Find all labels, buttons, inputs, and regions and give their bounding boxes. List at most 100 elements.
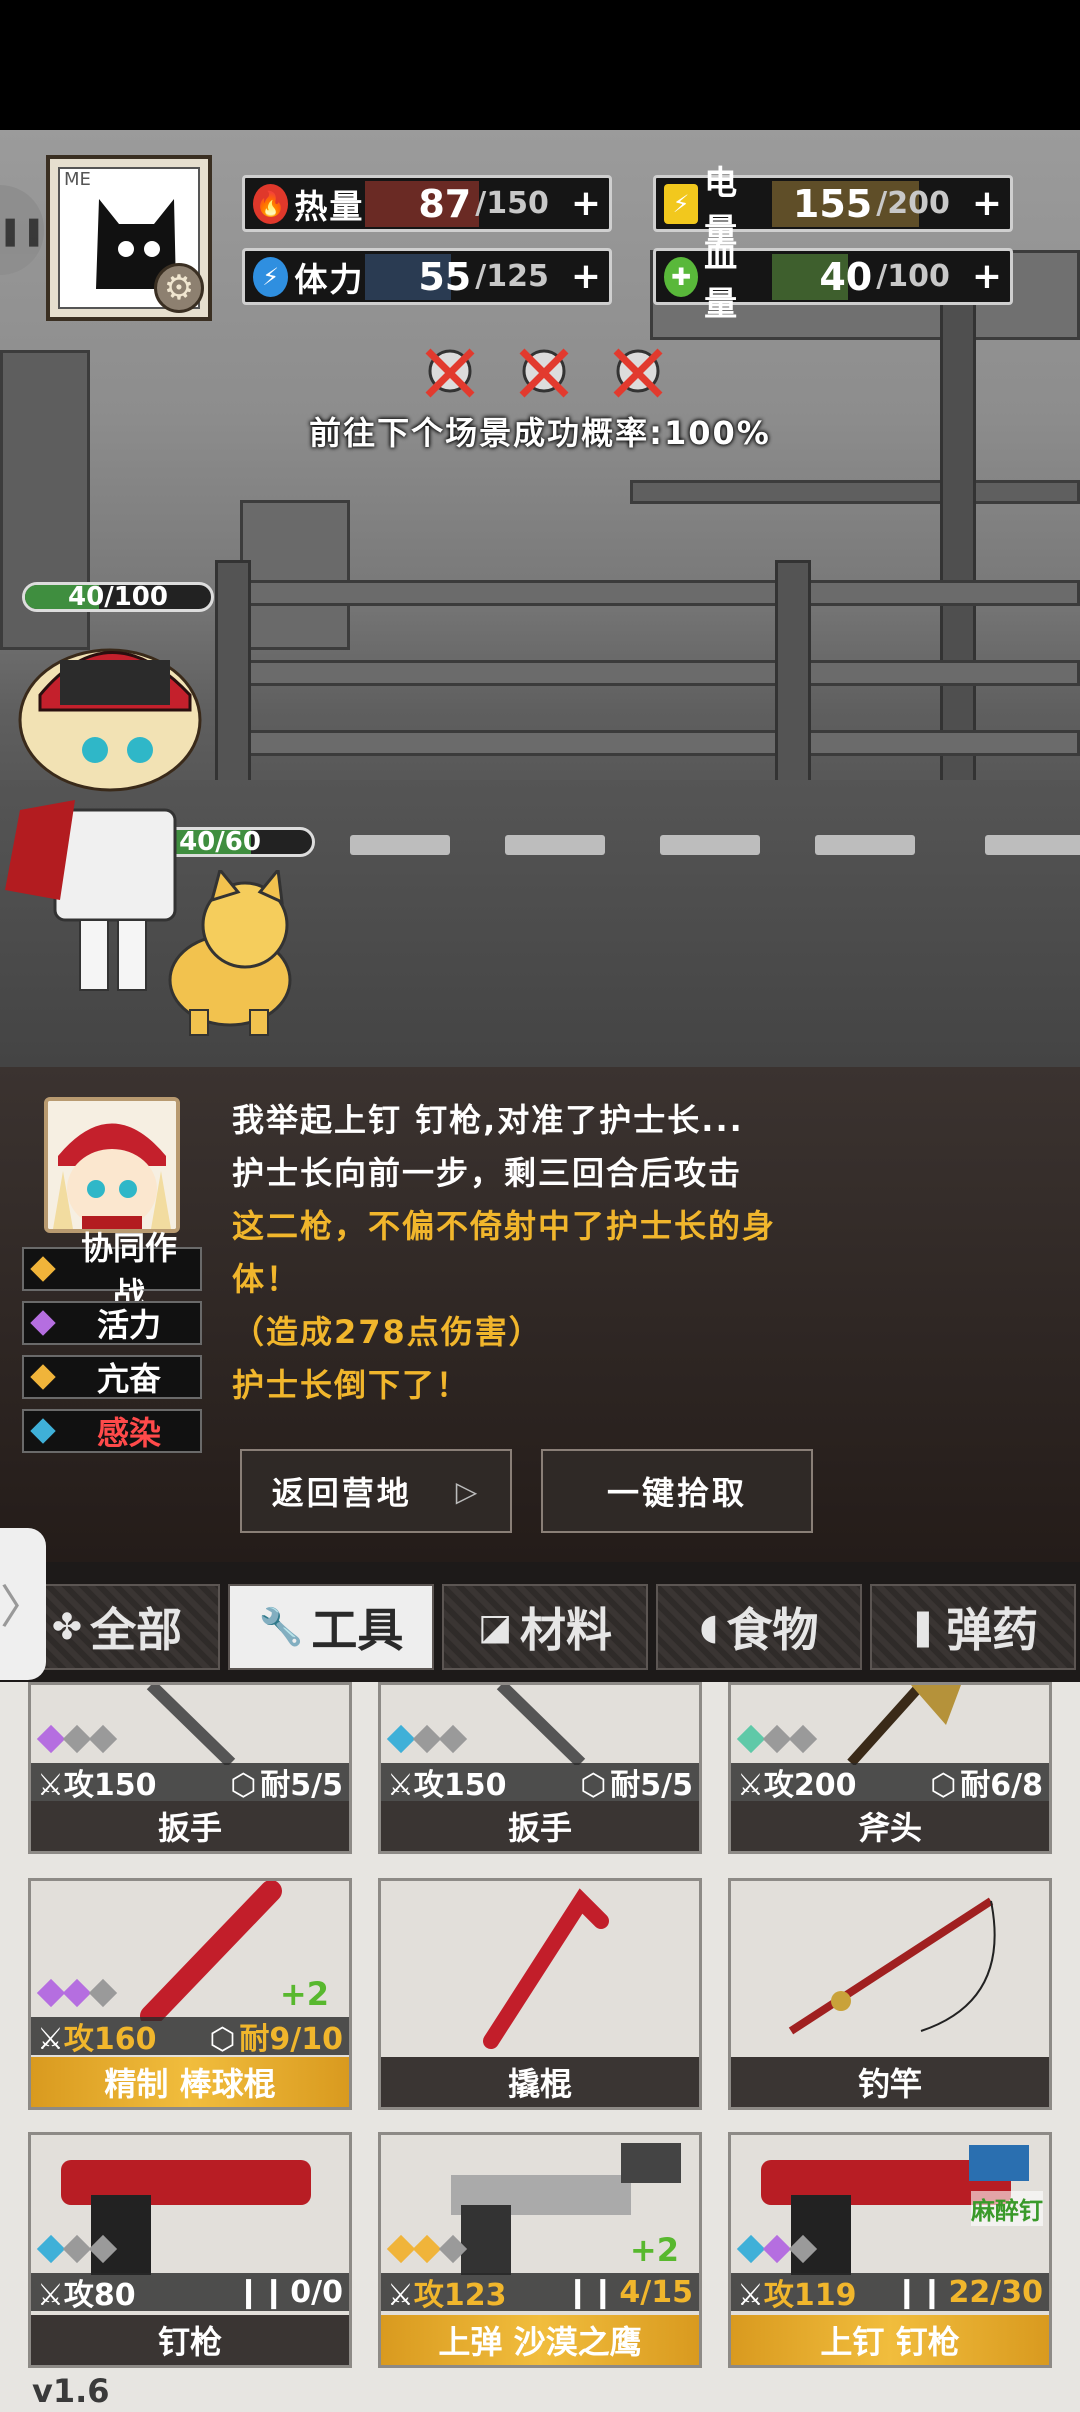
- attack-stat: ⚔攻119: [737, 2270, 857, 2314]
- wrench-art: [496, 1685, 586, 1768]
- wrench-icon: 🔧: [258, 1607, 304, 1648]
- ammo-icon: ❙❙: [565, 2274, 616, 2310]
- lane-marking: [815, 835, 915, 855]
- stat-label: 热量: [294, 186, 365, 226]
- player-portrait: [44, 1097, 180, 1233]
- buff-2[interactable]: 亢奋: [22, 1355, 202, 1399]
- item-card[interactable]: +2 ⚔攻123 ❙❙ 4/15 上弹 沙漠之鹰: [378, 2132, 702, 2368]
- gem-icon: [62, 1978, 92, 2008]
- ammo-badge: 麻醉钉: [971, 2191, 1043, 2226]
- tab-food[interactable]: ◖ 食物: [656, 1584, 862, 1670]
- stat-bar: 87 /150: [365, 180, 561, 227]
- attack-stat: ⚔攻80: [37, 2270, 136, 2314]
- stat-add-button[interactable]: +: [571, 183, 601, 224]
- log-line: 体！: [232, 1260, 301, 1298]
- success-rate-text: 前往下个场景成功概率:100%: [309, 414, 771, 452]
- tab-label: 工具: [311, 1603, 404, 1657]
- flame-icon: 🔥: [253, 183, 289, 224]
- attack-value: 攻150: [413, 1768, 507, 1803]
- player-avatar[interactable]: ME ⚙: [46, 155, 212, 321]
- stat-add-button[interactable]: +: [972, 183, 1002, 224]
- material-icon: ◪: [477, 1606, 512, 1648]
- item-stats: ⚔攻119 ❙❙ 22/30: [731, 2270, 1049, 2314]
- gem-icon: [412, 2234, 442, 2264]
- item-card[interactable]: ⚔攻80 ❙❙ 0/0 钉枪: [28, 2132, 352, 2368]
- background-beam: [630, 480, 1080, 504]
- axe-art: [847, 1685, 961, 1767]
- item-name: 撬棍: [381, 2057, 699, 2107]
- battery-icon: ⚡: [664, 183, 699, 224]
- fence-rail: [220, 660, 1080, 686]
- quality-gems: [36, 1724, 118, 1754]
- stat-max: /150: [475, 186, 549, 221]
- durability-stat: ❙❙ 22/30: [894, 2275, 1043, 2310]
- stat-current: 55: [418, 254, 472, 299]
- durability-value: 耐6/8: [960, 1768, 1043, 1803]
- log-line: 护士长向前一步，剩三回合后攻击: [232, 1154, 743, 1192]
- tab-material[interactable]: ◪ 材料: [442, 1584, 648, 1670]
- gem-icon: [62, 1724, 92, 1754]
- durability-stat: ⬡ 耐5/5: [230, 1760, 343, 1804]
- stat-max: /125: [475, 259, 549, 294]
- stat-add-button[interactable]: +: [972, 256, 1002, 297]
- buff-3[interactable]: 感染: [22, 1409, 202, 1453]
- buff-label: 感染: [96, 1414, 161, 1452]
- durability-stat: ❙❙ 0/0: [236, 2275, 343, 2310]
- tab-label: 全部: [90, 1603, 183, 1657]
- buff-label: 亢奋: [96, 1360, 161, 1398]
- buff-1[interactable]: 活力: [22, 1301, 202, 1345]
- shield-icon: ⬡: [930, 1768, 957, 1803]
- gem-icon: [438, 2234, 468, 2264]
- return-camp-button[interactable]: 返回营地 ▷: [240, 1449, 512, 1533]
- gem-icon: [762, 2234, 792, 2264]
- item-card[interactable]: 钓竿: [728, 1878, 1052, 2110]
- attack-value: 攻150: [63, 1768, 157, 1803]
- stat-add-button[interactable]: +: [571, 256, 601, 297]
- swords-icon: ⚔: [37, 2022, 64, 2057]
- settings-gear-icon[interactable]: ⚙: [154, 263, 204, 313]
- pickup-all-label: 一键拾取: [606, 1474, 747, 1512]
- item-card[interactable]: 麻醉钉 ⚔攻119 ❙❙ 22/30 上钉 钉枪: [728, 2132, 1052, 2368]
- buff-0[interactable]: 协同作战: [22, 1229, 202, 1313]
- diamond-icon: [30, 1418, 56, 1444]
- play-arrow-icon: ▷: [455, 1474, 481, 1508]
- attack-stat: ⚔攻123: [387, 2270, 507, 2314]
- durability-stat: ❙❙ 4/15: [565, 2275, 693, 2310]
- tab-wrench[interactable]: 🔧 工具: [228, 1584, 434, 1670]
- lane-marking: [350, 835, 450, 855]
- item-art: [381, 1881, 699, 2065]
- bullet-icon: ❚: [907, 1606, 939, 1648]
- swords-icon: ⚔: [737, 1768, 764, 1803]
- attack-stat: ⚔攻160: [37, 2014, 157, 2058]
- wrench-art: [146, 1685, 236, 1768]
- gem-icon: [36, 1978, 66, 2008]
- pickup-all-button[interactable]: 一键拾取: [541, 1449, 813, 1533]
- side-drawer-handle[interactable]: 〉: [0, 1528, 46, 1680]
- tab-bullet[interactable]: ❚ 弹药: [870, 1584, 1076, 1670]
- stat-1: ⚡ 电量 155 /200 +: [653, 163, 1013, 250]
- item-card[interactable]: ⚔攻150 ⬡ 耐5/5 扳手: [28, 1682, 352, 1854]
- item-card[interactable]: 撬棍: [378, 1878, 702, 2110]
- durability-value: 0/0: [290, 2274, 343, 2310]
- gem-icon: [386, 2234, 416, 2264]
- item-card[interactable]: +2 ⚔攻160 ⬡ 耐9/10 精制 棒球棍: [28, 1878, 352, 2110]
- stat-current: 40: [819, 254, 873, 299]
- gem-icon: [88, 1978, 118, 2008]
- quality-gems: [736, 2234, 818, 2264]
- item-card[interactable]: ⚔攻200 ⬡ 耐6/8 斧头: [728, 1682, 1052, 1854]
- item-stats: ⚔攻150 ⬡ 耐5/5: [31, 1760, 349, 1804]
- lane-marking: [660, 835, 760, 855]
- stat-0: 🔥 热量 87 /150 +: [242, 175, 612, 232]
- item-stats: ⚔攻200 ⬡ 耐6/8: [731, 1763, 1049, 1803]
- crowbar-art: [483, 1888, 609, 2049]
- item-card[interactable]: ⚔攻150 ⬡ 耐5/5 扳手: [378, 1682, 702, 1854]
- log-line: 这二枪，不偏不倚射中了护士长的身: [232, 1207, 777, 1245]
- diamond-icon: [30, 1256, 56, 1282]
- durability-value: 耐9/10: [239, 2022, 343, 2057]
- shield-icon: ⬡: [580, 1768, 607, 1803]
- attack-value: 攻123: [413, 2278, 507, 2313]
- stat-max: /100: [876, 259, 950, 294]
- quality-gems: [36, 1978, 118, 2008]
- return-camp-label: 返回营地: [271, 1474, 412, 1512]
- stat-bar: 55 /125: [365, 253, 561, 300]
